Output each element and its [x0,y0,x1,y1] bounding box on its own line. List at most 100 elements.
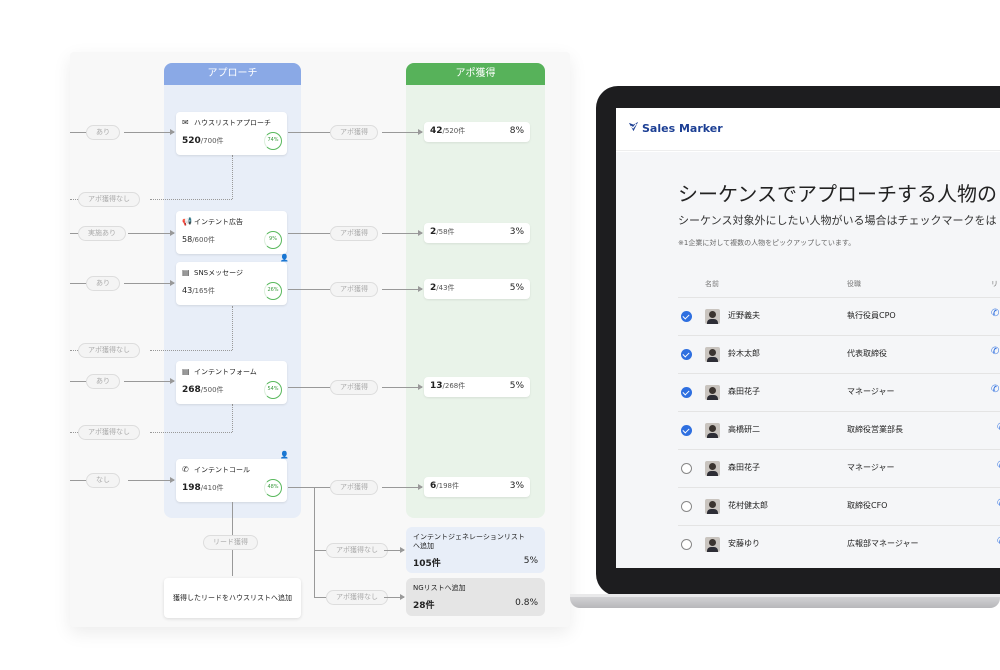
checkbox-checked[interactable] [681,349,692,360]
person-role: マネージャー [847,387,895,396]
result-box: 2/58件 3% [424,223,530,243]
person-name: 花村健太郎 [728,501,768,510]
phone-icon[interactable]: ✆ [991,384,999,395]
connector [288,289,330,290]
connector-arrow [382,484,423,490]
connector [314,597,326,598]
table-row[interactable]: 森田花子 マネージャー ✆ [678,449,1000,487]
form-icon: ▤ [182,367,190,376]
intent-gen-title: インテントジェネレーションリスト へ追加 [413,533,525,550]
connector [70,480,86,481]
person-name: 近野義夫 [728,311,760,320]
connector [288,132,330,133]
connector-arrow [382,129,423,135]
checkbox-unchecked[interactable] [681,463,692,474]
table-row[interactable]: 花村健太郎 取締役CFO ✆ [678,487,1000,525]
result-pct: 5% [509,381,524,391]
connector [314,487,315,597]
checkbox-checked[interactable] [681,387,692,398]
app-header: Sales Marker [616,108,1000,151]
message-icon: ▤ [182,268,190,277]
dotted-path [232,306,233,350]
intent-gen-value: 105件 [413,559,441,569]
app-screen: Sales Marker シーケンスでアプローチする人物のリ シーケンス対象外に… [616,108,1000,568]
progress-ring: 74% [264,132,282,150]
result-total: /58件 [436,228,455,236]
person-name: 高橋研二 [728,425,760,434]
no-apo-label-0: アポ獲得なし [78,192,140,207]
connector [314,550,326,551]
avatar [705,347,720,362]
node-title: SNSメッセージ [194,269,243,277]
dotted-path [232,155,233,199]
dotted-path [150,350,232,351]
result-box: 6/198件 3% [424,477,530,497]
mail-icon: ✉ [182,118,189,127]
person-role: 代表取締役 [847,349,887,358]
person-name: 森田花子 [728,463,760,472]
apo-label: アポ獲得 [330,480,378,495]
node-total: /500件 [200,386,224,394]
result-value: 13 [430,381,443,391]
ng-list-value: 28件 [413,601,435,611]
node-count: 520 [182,136,201,146]
left-label-3: あり [86,374,120,389]
connector-arrow [382,286,423,292]
ng-list-pct: 0.8% [515,598,538,608]
checkbox-unchecked[interactable] [681,501,692,512]
node-intent-ad: 📢 インテント広告 58/600件 9% [176,211,287,254]
connector-arrow [384,594,405,600]
connector-arrow [382,230,423,236]
table-row[interactable]: 森田花子 マネージャー ✆ [678,373,1000,411]
user-icon: 👤 [280,451,289,459]
connector-arrow [124,280,175,286]
apo-label: アポ獲得 [330,380,378,395]
result-total: /520件 [442,127,466,135]
avatar [705,309,720,324]
person-role: 取締役営業部長 [847,425,903,434]
table-row[interactable]: 安藤ゆり 広報部マネージャー ✆ [678,525,1000,563]
apo-header: アポ獲得 [406,63,545,85]
checkbox-checked[interactable] [681,311,692,322]
apo-label: アポ獲得 [330,125,378,140]
dotted-path [150,432,232,433]
connector [70,233,78,234]
dotted-path [150,199,232,200]
result-box: 42/520件 8% [424,122,530,142]
avatar [705,385,720,400]
node-sns-message: 👤 ▤ SNSメッセージ 43/165件 26% [176,254,289,305]
node-count: 198 [182,483,201,493]
ng-list-box: NGリストへ追加 28件 0.8% [406,578,545,616]
avatar [705,499,720,514]
megaphone-icon: 📢 [182,217,192,226]
table-row[interactable]: 鈴木太郎 代表取締役 ✆ [678,335,1000,373]
connector-arrow [124,129,175,135]
node-count: 268 [182,385,201,395]
person-name: 安藤ゆり [728,539,760,548]
phone-icon[interactable]: ✆ [991,346,999,357]
result-total: /268件 [442,382,466,390]
phone-icon[interactable]: ✆ [991,308,999,319]
table-row[interactable]: 近野義夫 執行役員CPO ✆ [678,297,1000,335]
lead-label: リード獲得 [203,535,258,550]
dotted-path [232,404,233,432]
page-title: シーケンスでアプローチする人物のリ [678,182,1000,206]
no-apo-label-2: アポ獲得なし [78,425,140,440]
node-intent-call: 👤 ✆ インテントコール 198/410件 48% [176,451,289,502]
approach-header: アプローチ [164,63,301,85]
connector [288,487,330,488]
column-header-role: 役職 [847,280,861,288]
checkbox-checked[interactable] [681,425,692,436]
person-role: 取締役CFO [847,501,888,510]
checkbox-unchecked[interactable] [681,539,692,550]
apo-none-label: アポ獲得なし [326,543,388,558]
person-name: 森田花子 [728,387,760,396]
result-total: /198件 [436,482,459,490]
logo-check-icon [628,121,639,132]
sales-marker-logo[interactable]: Sales Marker [628,121,723,135]
node-house-list: ✉ ハウスリストアプローチ 520/700件 74% [176,112,287,155]
node-total: /700件 [200,137,224,145]
node-title: ハウスリストアプローチ [194,119,271,127]
node-total: /410件 [200,484,224,492]
table-row[interactable]: 高橋研二 取締役営業部長 ✆ [678,411,1000,449]
